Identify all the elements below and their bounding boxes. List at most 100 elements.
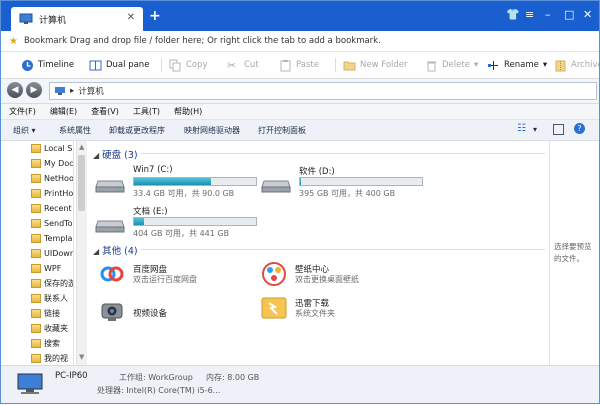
paste-icon <box>280 59 291 71</box>
nav-item[interactable]: SendTo <box>31 216 73 230</box>
uninstall-program-button[interactable]: 卸载或更改程序 <box>109 125 165 136</box>
drive-item[interactable]: Win7 (C:) 33.4 GB 可用，共 90.0 GB <box>95 165 265 201</box>
rename-icon <box>488 60 498 70</box>
open-control-panel-button[interactable]: 打开控制面板 <box>258 125 306 136</box>
nav-item[interactable]: 我的视 <box>31 351 68 365</box>
preview-pane-icon[interactable] <box>553 124 564 135</box>
drive-free-space: 404 GB 可用，共 441 GB <box>133 229 230 238</box>
scroll-down-icon[interactable]: ▼ <box>79 353 84 361</box>
app-description: 双击运行百度网盘 <box>133 275 197 284</box>
archive-button[interactable]: Archive <box>554 57 599 73</box>
system-properties-button[interactable]: 系统属性 <box>59 125 91 136</box>
nav-item-label: UIDown <box>44 248 74 258</box>
computer-icon <box>19 13 33 24</box>
delete-dropdown-icon[interactable]: ▾ <box>474 60 478 70</box>
app-description: 双击更换桌面壁纸 <box>295 275 359 284</box>
trash-icon <box>427 61 436 71</box>
nav-item[interactable]: 链接 <box>31 306 60 320</box>
nav-item[interactable]: 搜索 <box>31 336 60 350</box>
address-input[interactable]: ▸ 计算机 <box>49 82 597 100</box>
group-header-other[interactable]: ◢ 其他 (4) <box>93 243 138 257</box>
app-item-wallpaper-center[interactable]: 壁纸中心 双击更换桌面壁纸 <box>261 261 421 289</box>
breadcrumb-arrow[interactable]: ▸ <box>70 86 74 96</box>
scroll-thumb[interactable] <box>78 155 85 211</box>
hard-drive-icon <box>95 220 125 233</box>
menu-file[interactable]: 文件(F) <box>9 106 36 117</box>
navigation-pane: Local S My Doc NetHoo PrintHo Recent Sen… <box>1 141 74 365</box>
nav-item[interactable]: 联系人 <box>31 291 68 305</box>
minimize-button[interactable]: – <box>545 8 551 21</box>
folder-icon <box>31 278 41 288</box>
nav-item-label: 搜索 <box>44 338 60 348</box>
cut-button[interactable]: ✂ Cut <box>227 57 259 73</box>
view-dropdown-icon[interactable]: ▾ <box>533 125 537 134</box>
new-tab-button[interactable]: + <box>149 9 161 23</box>
nav-item[interactable]: My Doc <box>31 156 74 170</box>
folder-icon <box>31 353 41 363</box>
rename-button[interactable]: Rename ▾ <box>487 57 547 73</box>
delete-label: Delete <box>442 60 470 70</box>
drive-name: Win7 (C:) <box>133 165 173 175</box>
app-item-video-device[interactable]: 视频设备 <box>99 299 259 327</box>
nav-item[interactable]: 保存的游 <box>31 276 74 290</box>
forward-button[interactable]: ▶ <box>26 82 42 98</box>
app-item-baidu-netdisk[interactable]: 百度网盘 双击运行百度网盘 <box>99 261 259 289</box>
drive-item[interactable]: 文档 (E:) 404 GB 可用，共 441 GB <box>95 205 265 241</box>
nav-item[interactable]: NetHoo <box>31 171 73 185</box>
copy-icon <box>169 59 181 71</box>
nav-item[interactable]: Templa <box>31 231 72 245</box>
content-pane: ◢ 硬盘 (3) Win7 (C:) 33.4 GB 可用，共 90.0 GB 软… <box>89 141 549 365</box>
help-icon[interactable]: ? <box>574 123 585 134</box>
view-options-icon[interactable]: ☷ <box>517 123 526 134</box>
skin-icon[interactable]: 👕 <box>506 8 520 21</box>
menu-tools[interactable]: 工具(T) <box>133 106 160 117</box>
maximize-button[interactable]: □ <box>564 8 574 21</box>
menu-edit[interactable]: 编辑(E) <box>50 106 77 117</box>
scroll-up-icon[interactable]: ▲ <box>79 143 84 151</box>
preview-hint: 选择要预览 <box>554 242 592 251</box>
drive-name: 文档 (E:) <box>133 207 168 217</box>
toolbar-divider <box>161 58 162 72</box>
preview-pane: 选择要预览 的文件。 <box>549 141 599 365</box>
nav-item[interactable]: UIDown <box>31 246 74 260</box>
drive-free-space: 33.4 GB 可用，共 90.0 GB <box>133 189 235 198</box>
back-button[interactable]: ◀ <box>7 82 23 98</box>
nav-item-label: 保存的游 <box>44 278 74 288</box>
delete-button[interactable]: Delete ▾ <box>425 57 478 73</box>
nav-item[interactable]: PrintHo <box>31 186 73 200</box>
group-title: 硬盘 (3) <box>102 150 138 161</box>
nav-item[interactable]: Local S <box>31 141 72 155</box>
app-description: 系统文件夹 <box>295 309 335 318</box>
wallpaper-icon <box>262 262 286 286</box>
hard-drive-icon <box>261 180 291 193</box>
menu-view[interactable]: 查看(V) <box>91 106 119 117</box>
nav-item-label: My Doc <box>44 158 74 168</box>
close-button[interactable]: ✕ <box>583 8 592 21</box>
timeline-button[interactable]: Timeline <box>21 57 74 73</box>
preview-hint: 的文件。 <box>554 254 584 263</box>
map-network-drive-button[interactable]: 映射网络驱动器 <box>184 125 240 136</box>
copy-button[interactable]: Copy <box>169 57 208 73</box>
dual-pane-button[interactable]: Dual pane <box>89 57 149 73</box>
paste-button[interactable]: Paste <box>279 57 319 73</box>
group-header-disks[interactable]: ◢ 硬盘 (3) <box>93 147 138 161</box>
tab-close-icon[interactable]: ✕ <box>127 12 135 23</box>
drive-item[interactable]: 软件 (D:) 395 GB 可用，共 400 GB <box>261 165 431 201</box>
nav-item[interactable]: 收藏夹 <box>31 321 68 335</box>
menu-help[interactable]: 帮助(H) <box>174 106 202 117</box>
menu-icon[interactable]: ≡ <box>525 8 534 21</box>
organize-button[interactable]: 组织 ▾ <box>13 125 36 136</box>
drive-usage-bar <box>299 177 423 186</box>
rename-label: Rename <box>504 60 539 70</box>
nav-item[interactable]: Recent <box>31 201 72 215</box>
computer-icon <box>17 373 43 394</box>
tab-computer[interactable]: 计算机 ✕ <box>11 7 143 31</box>
rename-dropdown-icon[interactable]: ▾ <box>543 60 547 70</box>
bookmark-bar[interactable]: ★ Bookmark Drag and drop file / folder h… <box>1 31 599 52</box>
breadcrumb[interactable]: 计算机 <box>78 85 104 97</box>
app-item-thunder-download[interactable]: 迅雷下载 系统文件夹 <box>261 295 421 327</box>
new-folder-button[interactable]: New Folder <box>343 57 408 73</box>
nav-scrollbar[interactable]: ▲ ▼ <box>76 141 87 365</box>
nav-item[interactable]: WPF <box>31 261 61 275</box>
memory-label: 内存: 8.00 GB <box>206 373 260 382</box>
